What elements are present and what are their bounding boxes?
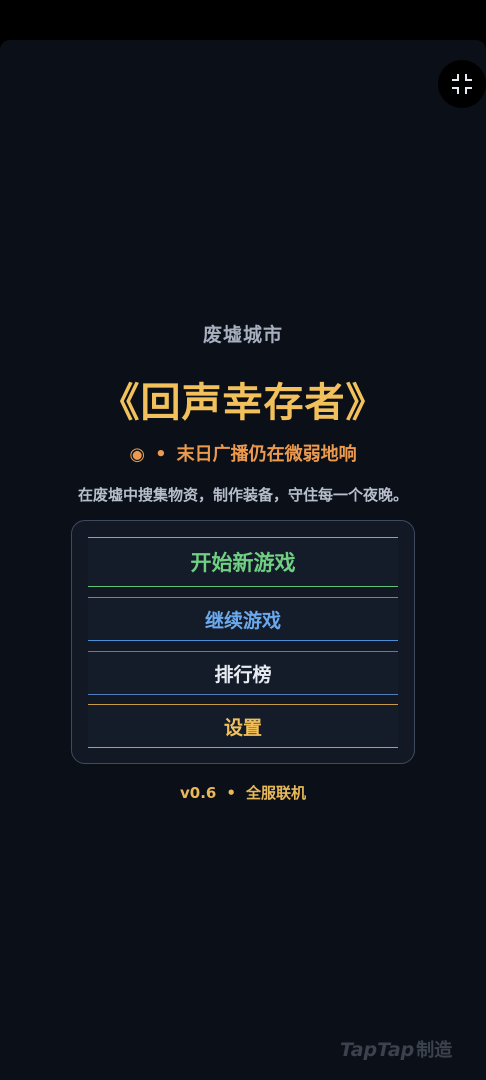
broadcast-icon: ◉ [129,444,146,465]
server-mode-label: 全服联机 [245,784,306,802]
new-game-button[interactable]: 开始新游戏 [88,537,398,587]
separator-dot: • [155,444,167,465]
version-label: v0.6 [180,784,217,802]
watermark-suffix: 制造 [416,1040,453,1061]
game-subtitle: 废墟城市 [202,324,283,346]
game-screen: 废墟城市 《回声幸存者》 ◉ • 末日广播仍在微弱地响 在废墟中搜集物资，制作装备，… [0,40,486,1080]
status-bar [0,0,486,40]
separator-dot: • [226,784,236,802]
watermark-brand: TapTap [340,1039,415,1061]
collapse-button[interactable] [438,60,486,108]
version-info: v0.6 • 全服联机 [0,782,486,803]
main-menu: 开始新游戏 继续游戏 排行榜 设置 [71,520,415,764]
game-description: 在废墟中搜集物资，制作装备，守住每一个夜晚。 [77,486,408,504]
settings-button[interactable]: 设置 [88,704,398,748]
game-title: 《回声幸存者》 [99,380,387,426]
taptap-watermark: TapTap 制造 [340,1036,452,1062]
broadcast-text: 末日广播仍在微弱地响 [176,444,357,465]
collapse-icon [452,74,472,94]
continue-game-button[interactable]: 继续游戏 [88,597,398,641]
broadcast-status: ◉ • 末日广播仍在微弱地响 [0,440,486,466]
leaderboard-button[interactable]: 排行榜 [88,651,398,695]
